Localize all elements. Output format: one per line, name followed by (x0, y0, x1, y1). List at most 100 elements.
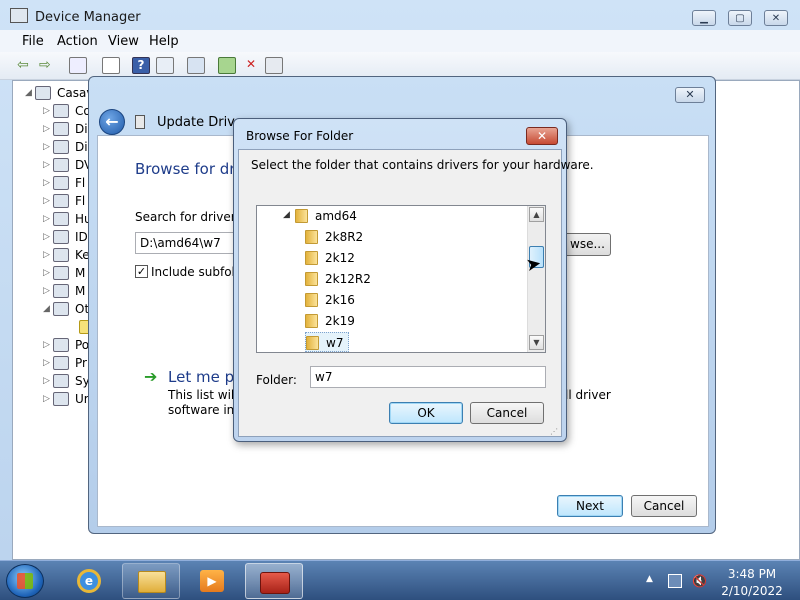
maximize-icon: ▢ (735, 12, 745, 24)
folder-item[interactable]: 2k12 (305, 248, 505, 268)
device-category-icon (53, 140, 69, 154)
device-category-icon (53, 158, 69, 172)
close-button[interactable]: ✕ (764, 10, 788, 26)
folder-icon (295, 209, 308, 223)
maximize-button[interactable]: ▢ (728, 10, 752, 26)
show-hide-tree-icon[interactable] (69, 57, 87, 74)
dialog-instruction: Select the folder that contains drivers … (251, 158, 594, 172)
back-arrow-icon: ← (105, 112, 119, 131)
forward-arrow-icon[interactable]: ⇨ (39, 57, 57, 74)
taskbar-media-player[interactable]: ▶ (184, 563, 242, 599)
scan-hardware-icon[interactable] (187, 57, 205, 74)
ok-button[interactable]: OK (389, 402, 463, 424)
folder-icon (306, 336, 319, 350)
folder-item-amd64[interactable]: ◢ amd64 (283, 206, 523, 226)
close-icon: ✕ (685, 88, 695, 101)
folder-icon (305, 293, 318, 307)
minimize-icon: ▁ (700, 12, 708, 24)
device-category-icon (53, 230, 69, 244)
close-icon: ✕ (536, 129, 548, 143)
update-driver-icon[interactable] (218, 57, 236, 74)
folder-item-selected[interactable]: w7 (305, 332, 349, 352)
device-category-icon (53, 266, 69, 280)
dm-window-title: Device Manager (35, 10, 141, 25)
view-icon[interactable] (156, 57, 174, 74)
folder-tree[interactable]: ◢ amd64 2k8R2 2k12 2k12R2 2k16 2k19 w7 ▲… (256, 205, 546, 353)
folder-label: Folder: (256, 373, 297, 387)
folder-icon (305, 251, 318, 265)
back-arrow-icon[interactable]: ⇦ (17, 57, 35, 74)
folder-item[interactable]: 2k12R2 (305, 269, 505, 289)
device-manager-icon (10, 8, 28, 23)
device-category-icon (53, 356, 69, 370)
dialog-close-button[interactable]: ✕ (526, 127, 558, 145)
expand-arrow-icon[interactable]: ▷ (43, 106, 50, 116)
device-category-icon (53, 392, 69, 406)
include-subfolders-label: Include subfold (151, 265, 243, 279)
taskbar-device-manager[interactable] (245, 563, 303, 599)
taskbar-explorer[interactable] (122, 563, 180, 599)
resize-grip-icon[interactable]: ⋰ (550, 427, 558, 436)
folder-icon (305, 230, 318, 244)
expand-arrow-icon[interactable]: ▷ (43, 286, 50, 296)
expand-arrow-icon[interactable]: ▷ (43, 196, 50, 206)
properties-icon[interactable] (102, 57, 120, 74)
help-icon[interactable]: ? (132, 57, 150, 74)
collapse-arrow-icon[interactable]: ◢ (43, 304, 50, 314)
collapse-arrow-icon[interactable]: ◢ (283, 210, 290, 220)
dm-titlebar[interactable]: Device Manager ▁ ▢ ✕ (0, 0, 800, 30)
expand-arrow-icon[interactable]: ▷ (43, 178, 50, 188)
expand-arrow-icon[interactable]: ▷ (43, 214, 50, 224)
expand-arrow-icon[interactable]: ▷ (43, 394, 50, 404)
uninstall-icon[interactable]: ✕ (242, 57, 260, 74)
menu-view[interactable]: View (108, 34, 139, 49)
folder-item[interactable]: 2k19 (305, 311, 505, 331)
next-button[interactable]: Next (557, 495, 623, 517)
expand-arrow-icon[interactable]: ▷ (43, 142, 50, 152)
scroll-down-icon[interactable]: ▼ (529, 335, 544, 350)
menu-help[interactable]: Help (149, 34, 179, 49)
include-subfolders-checkbox[interactable]: ✓ (135, 265, 148, 278)
expand-arrow-icon[interactable]: ▷ (43, 268, 50, 278)
browse-for-folder-dialog: Browse For Folder ✕ Select the folder th… (233, 118, 594, 442)
folder-tree-scrollbar[interactable]: ▲ ▼ (527, 206, 545, 352)
clock-time[interactable]: 3:48 PM (718, 567, 786, 581)
collapse-arrow-icon[interactable]: ◢ (25, 88, 32, 98)
wizard-back-button[interactable]: ← (99, 109, 125, 135)
expand-arrow-icon[interactable]: ▷ (43, 358, 50, 368)
expand-arrow-icon[interactable]: ▷ (43, 340, 50, 350)
toolbox-icon (260, 572, 290, 594)
folder-input[interactable]: w7 (310, 366, 546, 388)
scroll-up-icon[interactable]: ▲ (529, 207, 544, 222)
wizard-close-button[interactable]: ✕ (675, 87, 705, 103)
expand-arrow-icon[interactable]: ▷ (43, 160, 50, 170)
close-icon: ✕ (771, 12, 781, 24)
clock-date[interactable]: 2/10/2022 (718, 584, 786, 598)
expand-arrow-icon[interactable]: ▷ (43, 232, 50, 242)
disable-device-icon[interactable] (265, 57, 283, 74)
expand-arrow-icon[interactable]: ▷ (43, 250, 50, 260)
volume-muted-icon[interactable]: 🔇 (692, 574, 707, 588)
expand-arrow-icon[interactable]: ▷ (43, 124, 50, 134)
taskbar-ie[interactable]: e (62, 563, 120, 599)
driver-path-input[interactable]: D:\amd64\w7 (135, 232, 235, 254)
start-button[interactable] (6, 564, 44, 598)
computer-icon (35, 86, 51, 100)
expand-arrow-icon[interactable]: ▷ (43, 376, 50, 386)
menu-action[interactable]: Action (57, 34, 98, 49)
device-category-icon (53, 248, 69, 262)
minimize-button[interactable]: ▁ (692, 10, 716, 26)
wizard-cancel-button[interactable]: Cancel (631, 495, 697, 517)
dialog-cancel-button[interactable]: Cancel (470, 402, 544, 424)
folder-item[interactable]: 2k16 (305, 290, 505, 310)
menu-file[interactable]: File (22, 34, 44, 49)
media-player-icon: ▶ (200, 570, 224, 592)
folder-item[interactable]: 2k8R2 (305, 227, 505, 247)
pick-driver-link[interactable]: Let me pi (168, 368, 238, 386)
pick-description-tail: ll driver (565, 388, 611, 402)
show-hidden-icons-arrow[interactable]: ▲ (646, 574, 660, 588)
wizard-title: Update Driver S (157, 115, 235, 130)
folder-icon (305, 272, 318, 286)
device-category-icon (53, 374, 69, 388)
network-icon[interactable] (668, 574, 682, 588)
